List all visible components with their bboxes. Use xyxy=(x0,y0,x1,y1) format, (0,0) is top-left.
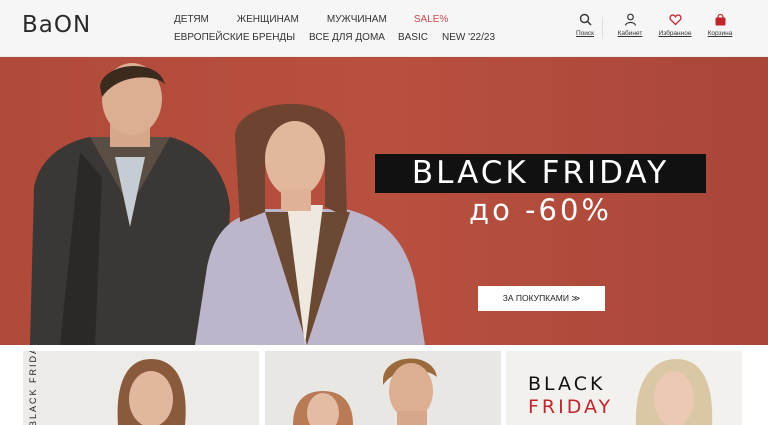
shop-now-button[interactable]: ЗА ПОКУПКАМИ ≫ xyxy=(478,286,605,311)
nav-row-2: ЕВРОПЕЙСКИЕ БРЕНДЫ ВСЕ ДЛЯ ДОМА BASIC NE… xyxy=(174,28,495,46)
promo-card-3[interactable]: BLACK FRIDAY xyxy=(506,351,742,425)
favorites-button[interactable]: Избранное xyxy=(658,13,692,39)
cart-button[interactable]: Корзина xyxy=(703,13,737,39)
nav-item-sale[interactable]: SALE% xyxy=(414,14,448,25)
promo-card-2[interactable] xyxy=(265,351,501,425)
nav-item-men[interactable]: МУЖЧИНАМ xyxy=(327,14,387,25)
nav-item-home[interactable]: ВСЕ ДЛЯ ДОМА xyxy=(309,32,385,43)
hero-title: BLACK FRIDAY xyxy=(375,154,706,193)
nav-item-european-brands[interactable]: ЕВРОПЕЙСКИЕ БРЕНДЫ xyxy=(174,32,295,43)
brand-logo[interactable]: BaON xyxy=(22,12,91,38)
promo-card-1[interactable]: BLACK FRIDAY xyxy=(23,351,259,425)
account-label: Кабинет xyxy=(617,30,643,37)
user-icon xyxy=(624,13,636,26)
hero-banner[interactable]: BLACK FRIDAY до -60% ЗА ПОКУПКАМИ ≫ xyxy=(0,57,768,345)
heart-icon xyxy=(668,14,682,26)
card3-model-image xyxy=(635,359,713,425)
header-tools: Поиск Кабинет Избранное Корзина xyxy=(568,13,737,39)
main-nav: ДЕТЯМ ЖЕНЩИНАМ МУЖЧИНАМ SALE% ЕВРОПЕЙСКИ… xyxy=(174,10,495,46)
nav-row-1: ДЕТЯМ ЖЕНЩИНАМ МУЖЧИНАМ SALE% xyxy=(174,10,495,28)
search-button[interactable]: Поиск xyxy=(568,13,602,39)
hero-subtitle: до -60% xyxy=(469,193,612,227)
cart-label: Корзина xyxy=(707,30,733,37)
site-header: BaON ДЕТЯМ ЖЕНЩИНАМ МУЖЧИНАМ SALE% ЕВРОП… xyxy=(0,0,768,57)
account-button[interactable]: Кабинет xyxy=(613,13,647,39)
nav-item-new[interactable]: NEW '22/23 xyxy=(442,32,495,43)
search-label: Поиск xyxy=(575,30,594,37)
nav-item-kids[interactable]: ДЕТЯМ xyxy=(174,14,209,25)
nav-item-basic[interactable]: BASIC xyxy=(398,32,428,43)
favorites-label: Избранное xyxy=(658,30,692,37)
search-icon xyxy=(579,13,591,26)
nav-item-women[interactable]: ЖЕНЩИНАМ xyxy=(237,14,299,25)
card1-model-image xyxy=(117,359,186,425)
shopping-bag-icon xyxy=(715,13,725,26)
card2-models-image xyxy=(293,358,437,425)
tools-divider xyxy=(602,17,603,39)
